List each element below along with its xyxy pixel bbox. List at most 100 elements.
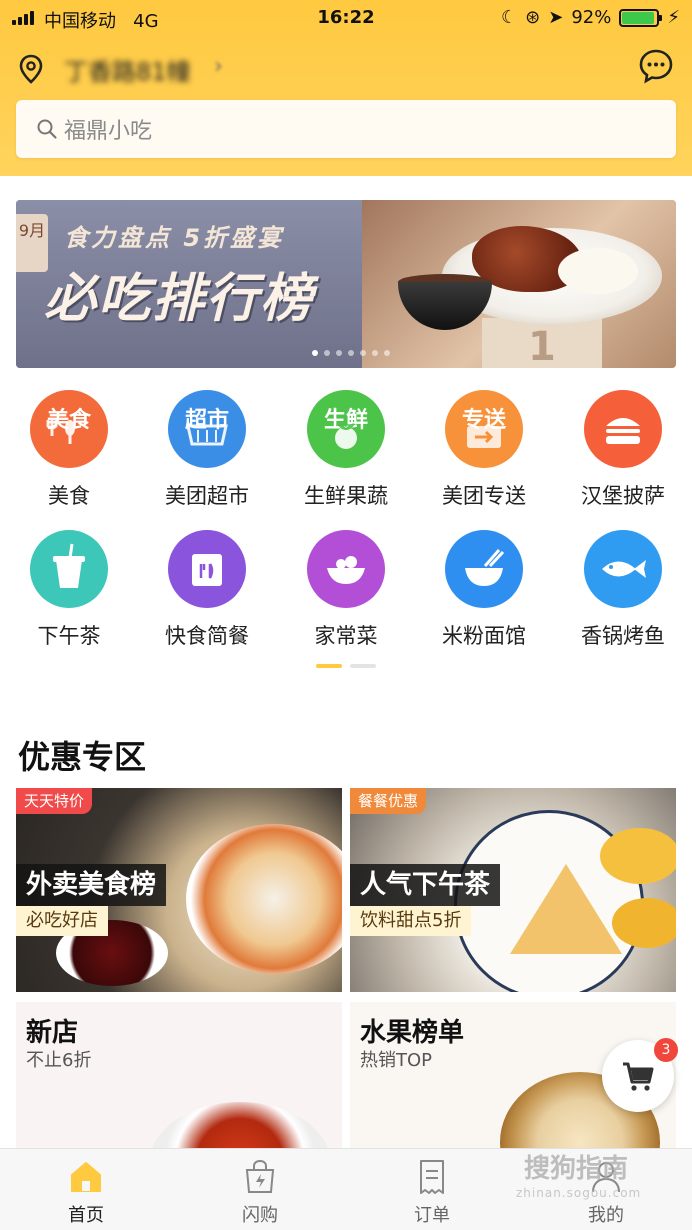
banner-food-image: 1	[362, 200, 676, 368]
tab-flash-buy[interactable]: 闪购	[200, 1157, 320, 1227]
cart-badge: 3	[654, 1038, 678, 1062]
status-bar: 中国移动 4G 16:22 ☾ ⊛ ➤ 92% ⚡	[0, 0, 692, 36]
supermarket-icon: 超市	[168, 390, 246, 468]
category-label: 家常菜	[314, 624, 378, 648]
category-fast-food-bag[interactable]: 快食简餐	[138, 530, 276, 650]
category-burger[interactable]: 汉堡披萨	[554, 390, 692, 510]
search-placeholder: 福鼎小吃	[64, 119, 153, 144]
promo-banner[interactable]: 9月 食力盘点 5折盛宴 必吃排行榜 1	[16, 200, 676, 368]
banner-title: 必吃排行榜	[44, 269, 315, 329]
category-fish[interactable]: 香锅烤鱼	[554, 530, 692, 650]
promo-card-title: 人气下午茶	[350, 864, 501, 906]
category-label: 汉堡披萨	[581, 484, 665, 508]
category-food[interactable]: 美食美食	[0, 390, 138, 510]
page-indicator-inactive	[350, 664, 376, 668]
banner-subtitle: 食力盘点 5折盛宴	[64, 224, 285, 252]
page-indicator-active	[316, 664, 342, 668]
battery-percent: 92%	[571, 7, 612, 28]
promo-card-afternoon-tea[interactable]: 餐餐优惠 人气下午茶 饮料甜点5折	[350, 788, 676, 992]
category-home-dish[interactable]: 家常菜	[277, 530, 415, 650]
banner-dot[interactable]	[384, 350, 390, 356]
mango-image	[600, 828, 676, 884]
mango-image	[612, 898, 676, 948]
category-label: 香锅烤鱼	[581, 624, 665, 648]
promo-card-subtitle: 必吃好店	[16, 906, 108, 936]
chevron-right-icon[interactable]: ›	[214, 54, 223, 79]
tab-label: 闪购	[242, 1205, 278, 1226]
category-fresh-produce[interactable]: 生鲜 生鲜果蔬	[277, 390, 415, 510]
banner-dot[interactable]	[336, 350, 342, 356]
category-label: 下午茶	[37, 624, 101, 648]
category-label: 美团超市	[165, 484, 249, 508]
banner-dot[interactable]	[360, 350, 366, 356]
flash-buy-bag-icon	[245, 1159, 275, 1193]
cake-slice-image	[510, 864, 622, 954]
promo-card-title: 水果榜单	[360, 1018, 465, 1048]
banner-dot[interactable]	[348, 350, 354, 356]
category-label: 美团专送	[442, 484, 526, 508]
fresh-produce-icon: 生鲜	[307, 390, 385, 468]
watermark-url: zhinan.sogou.com	[516, 1186, 642, 1200]
tab-label: 订单	[414, 1205, 450, 1226]
food-icon: 美食	[30, 390, 108, 468]
tab-home[interactable]: 首页	[26, 1157, 146, 1227]
watermark: 搜狗指南	[524, 1154, 629, 1184]
promo-tag: 天天特价	[16, 788, 93, 814]
category-noodle-bowl[interactable]: 米粉面馆	[415, 530, 553, 650]
category-label: 米粉面馆	[442, 624, 526, 648]
promo-card-new-store[interactable]: 新店 不止6折	[16, 1002, 342, 1150]
tab-label: 我的	[588, 1205, 624, 1226]
battery-icon	[619, 8, 663, 27]
moon-icon: ☾	[501, 7, 518, 28]
home-icon	[71, 1162, 101, 1192]
promo-card-food-ranking[interactable]: 天天特价 外卖美食榜 必吃好店	[16, 788, 342, 992]
promo-tag: 餐餐优惠	[350, 788, 427, 814]
category-label: 生鲜果蔬	[304, 484, 388, 508]
home-dish-icon	[307, 530, 385, 608]
promo-card-title: 新店	[26, 1018, 79, 1048]
cart-button[interactable]: 3	[602, 1038, 678, 1112]
category-page-indicator[interactable]	[316, 664, 376, 668]
banner-dot[interactable]	[312, 350, 318, 356]
podium-number: 1	[528, 324, 556, 368]
promo-section-title: 优惠专区	[18, 738, 147, 776]
charging-icon: ⚡	[667, 7, 680, 28]
fast-food-bag-icon	[168, 530, 246, 608]
shopping-cart-icon	[623, 1062, 654, 1091]
category-label: 美食	[48, 484, 90, 508]
promo-card-subtitle: 饮料甜点5折	[350, 906, 472, 936]
category-supermarket[interactable]: 超市 美团超市	[138, 390, 276, 510]
noodle-bowl-image	[186, 824, 342, 974]
drink-cup-icon	[30, 530, 108, 608]
promo-card-title: 外卖美食榜	[16, 864, 167, 906]
banner-page-dots[interactable]	[312, 350, 390, 356]
banner-dot[interactable]	[372, 350, 378, 356]
spicy-dish-image	[150, 1102, 330, 1150]
rotation-lock-icon: ⊛	[525, 7, 541, 28]
message-icon[interactable]	[638, 48, 674, 84]
delivery-icon: 专送	[445, 390, 523, 468]
battery-fill	[622, 11, 654, 24]
category-delivery[interactable]: 专送 美团专送	[415, 390, 553, 510]
rice	[558, 248, 638, 294]
noodle-bowl-icon	[445, 530, 523, 608]
banner-dot[interactable]	[324, 350, 330, 356]
fish-icon	[584, 530, 662, 608]
category-drink-cup[interactable]: 下午茶	[0, 530, 138, 650]
location-address[interactable]: 丁香路81幢	[64, 52, 191, 87]
search-input[interactable]: 福鼎小吃	[16, 100, 676, 158]
bowl	[398, 282, 492, 330]
search-icon	[37, 119, 57, 139]
order-list-icon	[420, 1160, 444, 1194]
location-pin-icon[interactable]	[18, 54, 44, 84]
location-arrow-icon: ➤	[548, 7, 564, 28]
location-row: 丁香路81幢 ›	[14, 46, 678, 90]
promo-card-subtitle: 不止6折	[26, 1050, 92, 1071]
category-label: 快食简餐	[165, 624, 249, 648]
status-right: ☾ ⊛ ➤ 92% ⚡	[501, 7, 680, 28]
header: 中国移动 4G 16:22 ☾ ⊛ ➤ 92% ⚡ 丁香路81幢 › 福鼎小吃	[0, 0, 692, 176]
burger-icon	[584, 390, 662, 468]
tab-orders[interactable]: 订单	[372, 1157, 492, 1227]
banner-left: 9月 食力盘点 5折盛宴 必吃排行榜	[16, 200, 366, 368]
promo-card-subtitle: 热销TOP	[360, 1050, 433, 1071]
